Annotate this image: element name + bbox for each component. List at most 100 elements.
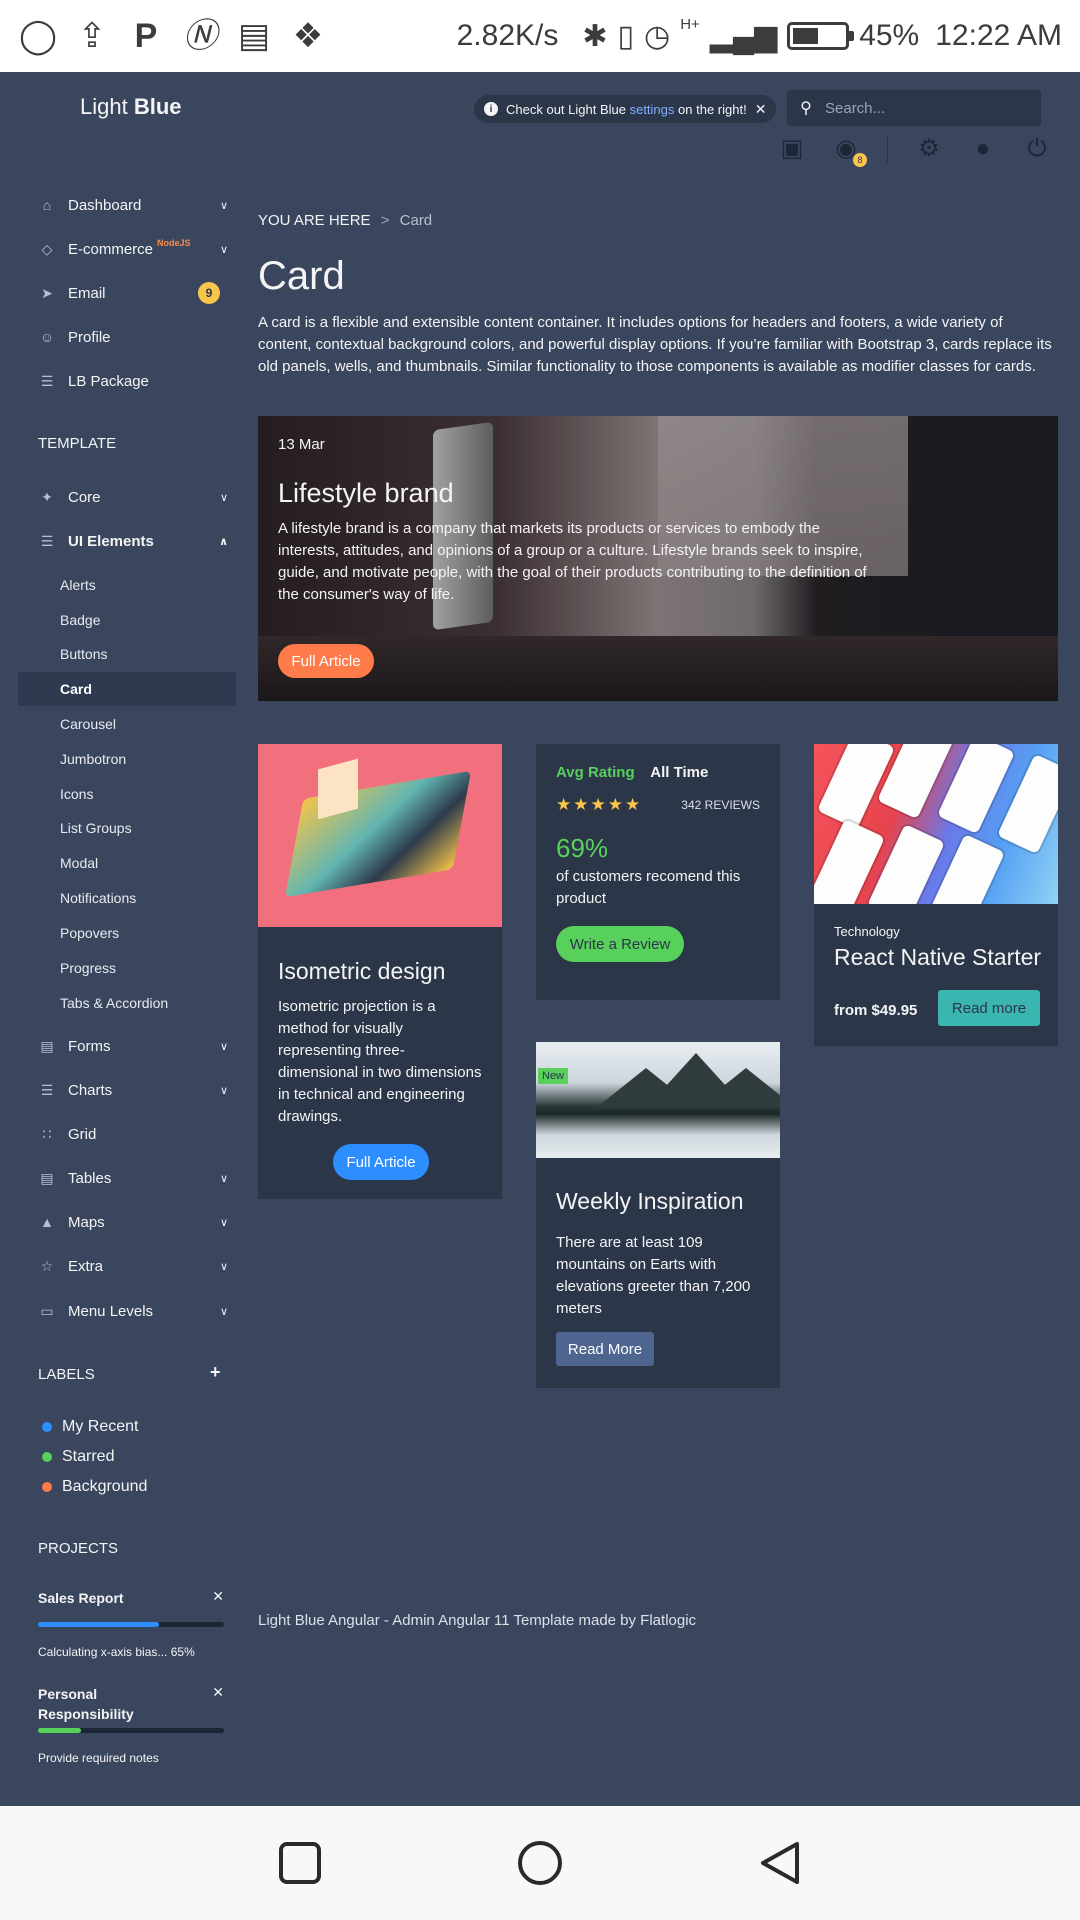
chevron-down-icon: ∨ [219, 1172, 228, 1185]
globe-icon[interactable]: ◉ 8 [833, 134, 867, 167]
navbar-icons: ▣ ◉ 8 ⚙ ● ⏻ [779, 134, 1050, 167]
phones-image [814, 744, 1058, 904]
sidebar-item-charts[interactable]: ☰ Charts ∨ [38, 1075, 228, 1105]
document-icon: ▤ [40, 1037, 54, 1054]
power-icon[interactable]: ⏻ [1024, 135, 1050, 163]
chevron-down-icon: ∨ [219, 1040, 228, 1053]
full-article-button[interactable]: Full Article [333, 1144, 429, 1180]
sidebar-item-tables[interactable]: ▤ Tables ∨ [38, 1163, 228, 1193]
project-note: Provide required notes [38, 1751, 159, 1765]
rating-period: All Time [650, 764, 709, 781]
sidebar-item-maps[interactable]: ▲ Maps ∨ [38, 1207, 228, 1237]
chevron-down-icon: ∨ [219, 199, 228, 212]
sidebar-item-profile[interactable]: ☺ Profile [38, 322, 228, 352]
breadcrumb-separator: > [380, 212, 390, 229]
page-description: A card is a flexible and extensible cont… [258, 314, 1052, 375]
sidebar-item-forms[interactable]: ▤ Forms ∨ [38, 1031, 228, 1061]
sidebar-item-menu-levels[interactable]: ▭ Menu Levels ∨ [38, 1296, 228, 1326]
sub-item-buttons[interactable]: Buttons [60, 642, 107, 666]
battery-percent: 45% [859, 19, 920, 52]
breadcrumb-root: YOU ARE HERE [258, 212, 371, 229]
sub-item-badge[interactable]: Badge [60, 608, 100, 632]
close-icon[interactable]: ✕ [212, 1684, 224, 1701]
p-app-icon: P [134, 17, 158, 55]
home-button-icon[interactable] [517, 1840, 563, 1886]
close-icon[interactable]: ✕ [212, 1588, 224, 1605]
sidebar-item-label: Dashboard [68, 196, 142, 214]
chevron-down-icon: ∨ [219, 1260, 228, 1273]
back-button-icon[interactable] [757, 1840, 803, 1886]
hero-date: 13 Mar [278, 436, 325, 453]
review-count: 342 REVIEWS [681, 798, 760, 812]
sidebar-item-lb-package[interactable]: ☰ LB Package [38, 366, 228, 396]
sidebar-item-email[interactable]: ➤ Email 9 [38, 278, 228, 308]
search-icon[interactable]: ⚲ [787, 98, 825, 118]
sub-item-popovers[interactable]: Popovers [60, 921, 119, 945]
sub-item-icons[interactable]: Icons [60, 782, 93, 806]
sub-item-card[interactable]: Card [60, 677, 92, 701]
notice-prefix: Check out Light Blue [506, 101, 626, 117]
read-more-button[interactable]: Read more [938, 990, 1040, 1026]
sub-item-alerts[interactable]: Alerts [60, 573, 96, 597]
project-title: Sales Report [38, 1590, 124, 1606]
chevron-down-icon: ∨ [219, 1216, 228, 1229]
sidebar-item-core[interactable]: ✦ Core ∨ [38, 482, 228, 512]
gear-icon[interactable]: ⚙ [916, 134, 942, 163]
grid-icon: ∷ [42, 1125, 52, 1142]
label-dot [42, 1452, 52, 1462]
rating-text: of customers recomend this product [556, 868, 741, 907]
sub-item-modal[interactable]: Modal [60, 851, 98, 875]
sub-item-progress[interactable]: Progress [60, 956, 116, 980]
hero-card: 13 Mar Lifestyle brand A lifestyle brand… [258, 416, 1058, 701]
sidebar-item-label: Maps [68, 1213, 105, 1231]
card-text: Isometric projection is a method for vis… [278, 998, 482, 1125]
sidebar-item-grid[interactable]: ∷ Grid [38, 1119, 228, 1149]
sidebar-item-label: Menu Levels [68, 1302, 154, 1320]
template-heading: TEMPLATE [38, 435, 117, 452]
logo[interactable]: Light Blue [80, 94, 182, 120]
user-icon[interactable]: ● [970, 135, 996, 163]
sidebar-item-ui-elements[interactable]: ☰ UI Elements ∧ [38, 526, 228, 556]
isometric-card: Isometric design Isometric projection is… [258, 744, 502, 1199]
sub-item-jumbotron[interactable]: Jumbotron [60, 747, 126, 771]
breadcrumb: YOU ARE HERE > Card [258, 212, 432, 229]
messages-icon[interactable]: ▣ [779, 134, 805, 163]
label-background[interactable]: Background [42, 1478, 147, 1496]
network-type: H+ [680, 15, 700, 33]
sub-item-notifications[interactable]: Notifications [60, 886, 136, 910]
sidebar-item-dashboard[interactable]: ⌂ Dashboard ∨ [38, 190, 228, 220]
chevron-up-icon: ∧ [219, 535, 228, 548]
settings-link[interactable]: settings [630, 102, 675, 117]
sub-item-list-groups[interactable]: List Groups [60, 816, 132, 840]
close-notice-icon[interactable]: ✕ [755, 101, 767, 118]
label-my-recent[interactable]: My Recent [42, 1418, 138, 1436]
sidebar-item-label: Charts [68, 1081, 113, 1099]
upload-icon: ⇪ [77, 17, 107, 55]
database-icon: ☰ [40, 372, 54, 389]
chevron-down-icon: ∨ [219, 1084, 228, 1097]
projects-heading: PROJECTS [38, 1540, 119, 1557]
label-dot [42, 1422, 52, 1432]
read-more-button[interactable]: Read More [556, 1332, 654, 1366]
alarm-icon: ◷ [644, 19, 671, 53]
battery-icon [787, 22, 855, 50]
chevron-down-icon: ∨ [219, 491, 228, 504]
sub-item-tabs-accordion[interactable]: Tabs & Accordion [60, 991, 168, 1015]
notice-suffix: on the right! [678, 101, 747, 117]
android-nav-bar [0, 1806, 1080, 1920]
mountain-lake-image: New [536, 1042, 780, 1158]
bluetooth-icon: ✱ [582, 19, 608, 53]
page-title: Card [258, 254, 345, 298]
write-review-button[interactable]: Write a Review [556, 926, 684, 962]
add-label-icon[interactable]: + [210, 1362, 221, 1383]
sidebar-item-ecommerce[interactable]: ◇ E-commerce NodeJS ∨ [38, 234, 228, 264]
sidebar-item-label: E-commerce [68, 240, 154, 258]
recent-apps-icon[interactable] [277, 1840, 323, 1886]
b-app-icon: Ⓝ [183, 17, 217, 55]
label-starred[interactable]: Starred [42, 1448, 114, 1466]
full-article-button[interactable]: Full Article [278, 644, 374, 678]
sidebar-item-extra[interactable]: ☆ Extra ∨ [38, 1251, 228, 1281]
progress-fill [38, 1622, 159, 1627]
search-input[interactable] [825, 99, 1025, 117]
sub-item-carousel[interactable]: Carousel [60, 712, 116, 736]
